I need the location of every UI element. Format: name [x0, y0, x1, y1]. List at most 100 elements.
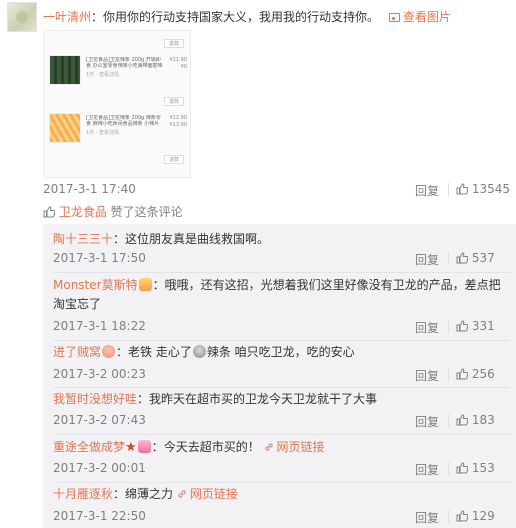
- thumbs-up-icon: [43, 206, 55, 218]
- divider: [448, 414, 449, 427]
- reply-button[interactable]: 回复: [415, 367, 439, 384]
- reply-body: 十月雁逐秋：绵薄之力 网页链接: [53, 487, 238, 501]
- like-count: 13545: [471, 182, 511, 196]
- like-count: 256: [471, 367, 495, 381]
- product-sub: 1件 · 查看详情: [86, 72, 119, 78]
- like-button[interactable]: 129: [456, 509, 495, 523]
- refund-button: 退款: [164, 97, 184, 106]
- reply-button[interactable]: 回复: [415, 509, 439, 526]
- liked-by-text: 赞了这条评论: [110, 205, 183, 219]
- product-item: [卫龙食品]卫龙辣条 200g 开袋即食 办公室零食辣味小吃海带面筋味 1件 ·…: [49, 55, 187, 95]
- divider: [448, 462, 449, 475]
- liked-by-notice: 卫龙食品 赞了这条评论: [43, 203, 183, 220]
- like-button[interactable]: 13545: [456, 182, 510, 196]
- product-title: [卫龙食品]卫龙辣条 200g 开袋即食 办公室零食辣味小吃海带面筋味: [86, 57, 163, 69]
- product-title: [卫龙食品]卫龙辣条 200g 辣条零食 麻辣小吃休闲食品辣条 小辣片: [86, 115, 161, 127]
- reply-body: Monster莫斯特 ：哦哦，还有这招，光想着我们这里好像没有卫龙的产品，差点把淘…: [53, 278, 501, 311]
- reply-text: 绵薄之力: [125, 487, 174, 501]
- reply-text: 老铁 走心了: [128, 345, 192, 359]
- divider: [448, 368, 449, 381]
- thumbs-up-icon: [456, 462, 468, 474]
- reply-time: 2017-3-2 00:01: [53, 461, 146, 475]
- reply-body: 我暂时没想好哇：我昨天在超市买的卫龙今天卫龙就干了大事: [53, 392, 378, 406]
- emoji-icon: [192, 345, 206, 358]
- comment-text: 你用你的行动支持国家大义，我用我的行动支持你。: [103, 10, 380, 24]
- reply-body: 进了贼窝 ：老铁 走心了 辣条 咱只吃卫龙，吃的安心: [53, 345, 355, 359]
- reply-time: 2017-3-2 00:23: [53, 367, 146, 381]
- like-button[interactable]: 256: [456, 367, 495, 381]
- divider: [448, 252, 449, 265]
- reply-author[interactable]: 重途全做成梦: [53, 440, 125, 454]
- emoji-icon: [137, 440, 151, 453]
- reply-divider: [53, 272, 511, 273]
- refund-button: 退款: [164, 39, 184, 48]
- reply-author[interactable]: 我暂时没想好哇: [53, 392, 137, 406]
- liked-by-brand[interactable]: 卫龙食品: [59, 205, 107, 219]
- reply-author[interactable]: 陶十三三十: [53, 232, 113, 246]
- like-button[interactable]: 153: [456, 461, 495, 475]
- link-icon: [178, 490, 186, 498]
- like-count: 153: [471, 461, 495, 475]
- divider: [448, 320, 449, 333]
- reply-divider: [53, 482, 511, 483]
- reply-list: 陶十三三十：这位朋友真是曲线救国啊。 2017-3-1 17:50 回复 537…: [43, 224, 516, 528]
- reply-author[interactable]: Monster莫斯特: [53, 278, 138, 292]
- like-button[interactable]: 537: [456, 251, 495, 265]
- like-count: 129: [471, 509, 495, 523]
- product-price: ¥11.90 ¥0: [169, 57, 188, 70]
- thumbs-up-icon: [456, 183, 468, 195]
- reply-text: 我昨天在超市买的卫龙今天卫龙就干了大事: [149, 392, 378, 406]
- like-button[interactable]: 183: [456, 413, 495, 427]
- reply-time: 2017-3-2 07:43: [53, 413, 146, 427]
- reply-time: 2017-3-1 18:22: [53, 319, 146, 333]
- reply-body: 陶十三三十：这位朋友真是曲线救国啊。: [53, 232, 270, 246]
- product-thumbnail: [49, 113, 81, 143]
- comment-text-line: 一叶清州：你用你的行动支持国家大义，我用我的行动支持你。 查看图片: [43, 8, 451, 25]
- comment-author[interactable]: 一叶清州: [43, 10, 91, 24]
- comment-separator: ：: [91, 10, 104, 24]
- reply-divider: [53, 387, 511, 388]
- reply-text: 这位朋友真是曲线救国啊。: [125, 232, 270, 246]
- verified-badge-icon: [138, 278, 152, 291]
- thumbs-up-icon: [456, 510, 468, 522]
- reply-button[interactable]: 回复: [415, 319, 439, 336]
- like-button[interactable]: 331: [456, 319, 495, 333]
- avatar[interactable]: [7, 2, 37, 32]
- reply-divider: [53, 340, 511, 341]
- reply-button[interactable]: 回复: [415, 182, 439, 199]
- like-count: 537: [471, 251, 495, 265]
- comment-time: 2017-3-1 17:40: [43, 182, 136, 196]
- reply-author[interactable]: 十月雁逐秋: [53, 487, 113, 501]
- reply-button[interactable]: 回复: [415, 461, 439, 478]
- reply-divider: [53, 434, 511, 435]
- divider: [448, 510, 449, 523]
- reply-body: 重途全做成梦★ ：今天去超市买的！ 网页链接: [53, 440, 325, 455]
- star-badge-icon: ★: [125, 440, 137, 455]
- picture-icon: [388, 13, 400, 22]
- product-thumbnail: [49, 55, 81, 85]
- product-item: [卫龙食品]卫龙辣条 200g 辣条零食 麻辣小吃休闲食品辣条 小辣片 1件 ·…: [49, 113, 187, 153]
- emoji-icon: [102, 345, 116, 358]
- reply-author[interactable]: 进了贼窝: [53, 345, 101, 359]
- like-count: 183: [471, 413, 495, 427]
- like-count: 331: [471, 319, 495, 333]
- reply-button[interactable]: 回复: [415, 251, 439, 268]
- product-price: ¥12.90 ¥13.90: [169, 115, 188, 128]
- reply-text: 辣条 咱只吃卫龙，吃的安心: [206, 345, 355, 359]
- thumbs-up-icon: [456, 414, 468, 426]
- view-picture-link[interactable]: 查看图片: [403, 10, 451, 24]
- reply-button[interactable]: 回复: [415, 413, 439, 430]
- link-icon: [264, 443, 273, 451]
- web-link[interactable]: 网页链接: [190, 487, 238, 501]
- refund-button: 退款: [164, 155, 184, 164]
- web-link[interactable]: 网页链接: [277, 440, 325, 454]
- attached-screenshot[interactable]: 退款 [卫龙食品]卫龙辣条 200g 开袋即食 办公室零食辣味小吃海带面筋味 1…: [43, 30, 191, 178]
- reply-time: 2017-3-1 17:50: [53, 251, 146, 265]
- thumbs-up-icon: [456, 320, 468, 332]
- divider: [448, 183, 449, 196]
- reply-time: 2017-3-1 22:50: [53, 509, 146, 523]
- thumbs-up-icon: [456, 368, 468, 380]
- thumbs-up-icon: [456, 252, 468, 264]
- reply-text: 今天去超市买的！: [163, 440, 260, 454]
- product-sub: 1件 · 查看详情: [86, 130, 119, 136]
